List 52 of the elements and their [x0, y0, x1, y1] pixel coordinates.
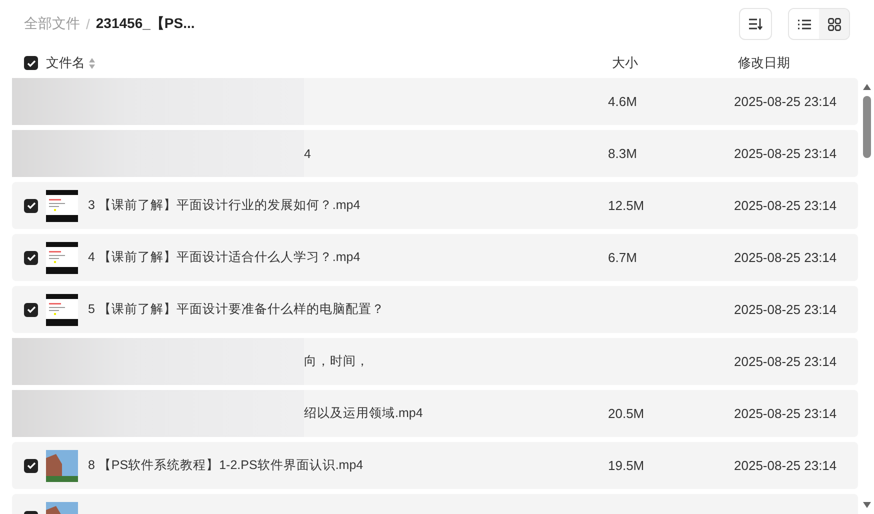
column-header[interactable]: 修改日期	[738, 54, 790, 72]
modified-date: 2025-08-25 23:14	[734, 198, 837, 213]
modified-date: 2025-08-25 23:14	[734, 146, 837, 161]
row-checkbox[interactable]	[24, 458, 38, 472]
scrollbar-thumb[interactable]	[863, 96, 871, 158]
row-checkbox[interactable]	[24, 250, 38, 264]
modified-date: 2025-08-25 23:14	[734, 458, 837, 473]
file-name: 4 【课前了解】平面设计适合什么人学习？.mp4	[88, 249, 360, 266]
file-row[interactable]: 5 【课前了解】平面设计要准备什么样的电脑配置？ 2025-08-25 23:14	[12, 286, 858, 333]
file-row[interactable]: 4.6M 2025-08-25 23:14	[12, 78, 858, 125]
scroll-down-icon[interactable]	[863, 502, 871, 508]
file-name: 向，时间，	[304, 353, 369, 370]
file-row[interactable]: 8 【PS软件系统教程】1-2.PS软件界面认识.mp4 19.5M 2025-08-25 23:14	[12, 442, 858, 489]
file-size: 6.7M	[608, 250, 637, 265]
check-icon	[26, 60, 36, 66]
file-name: 绍以及运用领域.mp4	[304, 405, 423, 422]
check-icon	[26, 462, 36, 469]
sort-button[interactable]	[739, 8, 772, 40]
file-size: 12.5M	[608, 198, 644, 213]
file-size: 19.5M	[608, 458, 644, 473]
file-size: 20.5M	[608, 406, 644, 421]
grid-view-button[interactable]	[819, 9, 849, 39]
row-checkbox[interactable]	[24, 198, 38, 212]
modified-date: 2025-08-25 23:14	[734, 250, 837, 265]
modified-date: 2025-08-25 23:14	[734, 302, 837, 317]
file-row[interactable]: 4 8.3M 2025-08-25 23:14	[12, 130, 858, 177]
check-icon	[26, 254, 36, 261]
select-all-checkbox[interactable]	[24, 56, 38, 70]
file-row[interactable]: 绍以及运用领域.mp4 20.5M 2025-08-25 23:14	[12, 390, 858, 437]
file-name: 4	[304, 146, 311, 160]
file-name: 8 【PS软件系统教程】1-2.PS软件界面认识.mp4	[88, 457, 364, 474]
file-row[interactable]: 4 【课前了解】平面设计适合什么人学习？.mp4 6.7M 2025-08-25 23:14	[12, 234, 858, 281]
column-header[interactable]: 文件名	[46, 54, 85, 72]
breadcrumb-separator: /	[86, 16, 90, 32]
file-name: 5 【课前了解】平面设计要准备什么样的电脑配置？	[88, 301, 384, 318]
modified-date: 2025-08-25 23:14	[734, 354, 837, 369]
file-row[interactable]: 向，时间， 2025-08-25 23:14	[12, 338, 858, 385]
file-row[interactable]: 3 【课前了解】平面设计行业的发展如何？.mp4 12.5M 2025-08-25 23:14	[12, 182, 858, 229]
sort-icon	[748, 18, 762, 30]
row-checkbox[interactable]	[24, 302, 38, 316]
file-name: 3 【课前了解】平面设计行业的发展如何？.mp4	[88, 197, 360, 214]
file-size: 8.3M	[608, 146, 637, 161]
grid-icon	[828, 18, 840, 30]
modified-date: 2025-08-25 23:14	[734, 406, 837, 421]
list-icon	[798, 18, 810, 30]
file-size: 4.6M	[608, 94, 637, 109]
scroll-up-icon[interactable]	[863, 84, 871, 90]
breadcrumb-item: 231456_【PS...	[96, 15, 195, 33]
check-icon	[26, 306, 36, 313]
column-header[interactable]: 大小	[612, 54, 738, 72]
check-icon	[26, 202, 36, 209]
modified-date: 2025-08-25 23:14	[734, 94, 837, 109]
